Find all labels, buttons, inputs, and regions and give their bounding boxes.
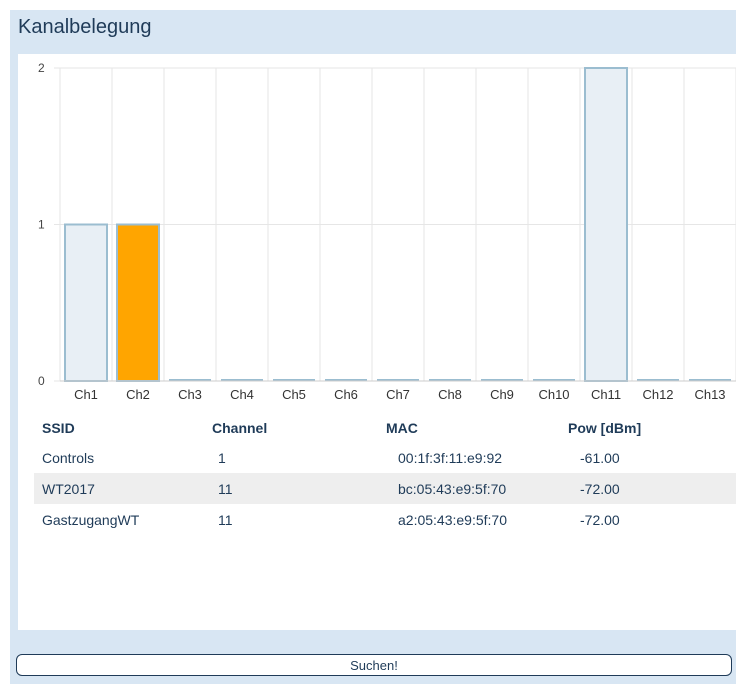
table-header-row: SSID Channel MAC Pow [dBm] <box>34 414 736 442</box>
y-tick-label: 1 <box>38 218 45 232</box>
panel-title: Kanalbelegung <box>18 16 152 38</box>
x-tick-label: Ch4 <box>230 387 254 402</box>
cell-mac: a2:05:43:e9:5f:70 <box>398 511 507 528</box>
cell-channel: 1 <box>218 449 226 466</box>
bar <box>64 223 108 382</box>
header-mac: MAC <box>386 420 418 436</box>
search-button[interactable]: Suchen! <box>16 654 732 676</box>
x-tick-label: Ch11 <box>591 387 621 402</box>
x-tick-label: Ch9 <box>490 387 514 402</box>
cell-channel: 11 <box>218 511 233 528</box>
cell-pow: -61.00 <box>580 449 620 466</box>
cell-pow: -72.00 <box>580 511 620 528</box>
cell-mac: bc:05:43:e9:5f:70 <box>386 473 568 504</box>
x-tick-label: Ch2 <box>126 387 150 402</box>
x-tick-label: Ch6 <box>334 387 358 402</box>
y-tick-label: 0 <box>38 374 45 388</box>
x-tick-label: Ch1 <box>74 387 98 402</box>
header-channel: Channel <box>212 420 268 436</box>
cell-ssid: GastzugangWT <box>42 511 140 528</box>
cell-mac: 00:1f:3f:11:e9:92 <box>398 449 503 466</box>
x-tick-label: Ch13 <box>694 387 725 402</box>
cell-channel: 11 <box>212 473 386 504</box>
x-tick-label: Ch7 <box>386 387 410 402</box>
x-tick-label: Ch10 <box>538 387 569 402</box>
bar <box>116 223 160 382</box>
bar <box>584 67 628 382</box>
header-ssid: SSID <box>42 420 75 436</box>
channel-panel: Kanalbelegung 0 1 2 Ch1 Ch2 Ch3 Ch4 Ch5 Ch6 Ch7 Ch… <box>10 10 736 684</box>
x-tick-label: Ch8 <box>438 387 462 402</box>
table-row: WT2017 11 bc:05:43:e9:5f:70 -72.00 <box>34 473 736 504</box>
header-pow: Pow [dBm] <box>568 420 642 436</box>
cell-ssid: Controls <box>42 449 95 466</box>
table-row: GastzugangWT 11 a2:05:43:e9:5f:70 -72.00 <box>34 504 736 535</box>
y-tick-label: 2 <box>38 61 45 75</box>
x-tick-label: Ch12 <box>642 387 673 402</box>
x-tick-label: Ch3 <box>178 387 202 402</box>
channel-chart: 0 1 2 Ch1 Ch2 Ch3 Ch4 Ch5 Ch6 Ch7 Ch8 Ch9 Ch10 Ch11 Ch… <box>38 61 736 402</box>
cell-ssid: WT2017 <box>34 473 212 504</box>
table-row: Controls 1 00:1f:3f:11:e9:92 -61.00 <box>34 442 736 473</box>
x-tick-label: Ch5 <box>282 387 306 402</box>
cell-pow: -72.00 <box>568 473 736 504</box>
network-table: SSID Channel MAC Pow [dBm] Controls 1 00… <box>34 414 736 535</box>
panel-content: 0 1 2 Ch1 Ch2 Ch3 Ch4 Ch5 Ch6 Ch7 Ch8 Ch9 Ch10 Ch11 Ch… <box>18 54 736 630</box>
